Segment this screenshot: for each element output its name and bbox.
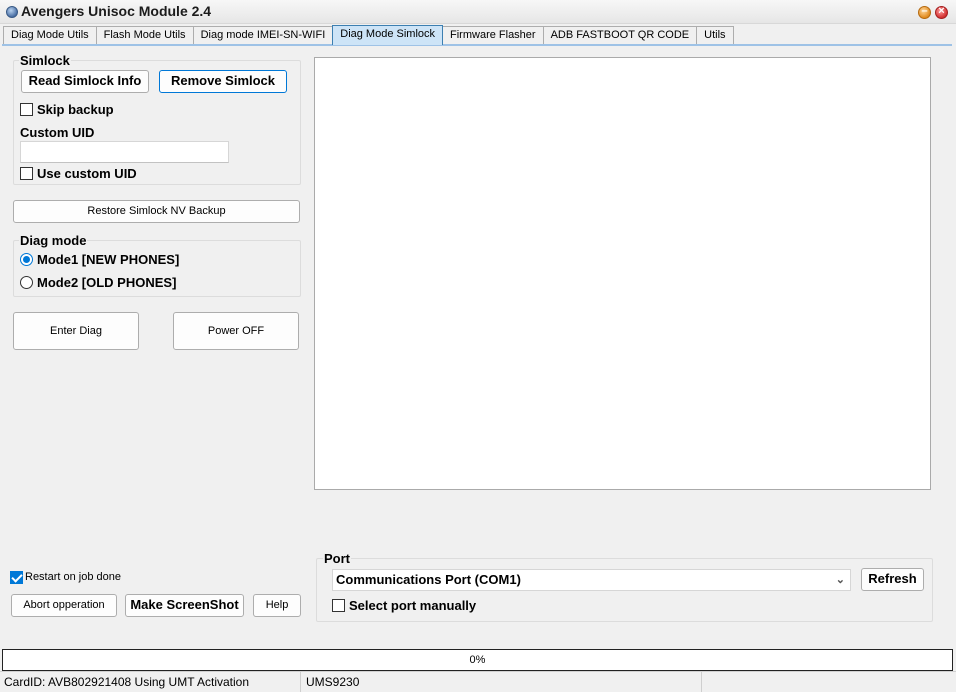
use-custom-uid-checkbox[interactable] bbox=[20, 167, 33, 180]
tab-diag-mode-simlock[interactable]: Diag Mode Simlock bbox=[332, 25, 444, 45]
close-icon: × bbox=[938, 5, 945, 17]
tab-strip: Diag Mode Utils Flash Mode Utils Diag mo… bbox=[3, 25, 734, 45]
restart-on-done-checkbox[interactable] bbox=[10, 571, 23, 584]
tab-adb-fastboot[interactable]: ADB FASTBOOT QR CODE bbox=[542, 26, 698, 45]
status-extra bbox=[702, 672, 956, 692]
select-port-manually-checkbox[interactable] bbox=[332, 599, 345, 612]
skip-backup-checkbox[interactable] bbox=[20, 103, 33, 116]
make-screenshot-button[interactable]: Make ScreenShot bbox=[125, 594, 244, 617]
skip-backup-label: Skip backup bbox=[37, 102, 114, 117]
tab-firmware-flasher[interactable]: Firmware Flasher bbox=[442, 26, 544, 45]
title-bar: Avengers Unisoc Module 2.4 – × bbox=[0, 0, 956, 24]
power-off-button[interactable]: Power OFF bbox=[173, 312, 299, 350]
tab-diag-mode-utils[interactable]: Diag Mode Utils bbox=[3, 26, 97, 45]
restore-simlock-backup-button[interactable]: Restore Simlock NV Backup bbox=[13, 200, 300, 223]
minimize-icon: – bbox=[921, 5, 928, 17]
port-select-value: Communications Port (COM1) bbox=[336, 572, 521, 587]
tab-flash-mode-utils[interactable]: Flash Mode Utils bbox=[95, 26, 194, 45]
minimize-button[interactable]: – bbox=[918, 5, 931, 19]
tab-underline bbox=[2, 44, 952, 46]
close-button[interactable]: × bbox=[935, 5, 948, 19]
use-custom-uid-label: Use custom UID bbox=[37, 166, 137, 181]
simlock-group-title: Simlock bbox=[19, 53, 71, 68]
progress-bar: 0% bbox=[2, 649, 953, 671]
log-output[interactable] bbox=[314, 57, 931, 490]
remove-simlock-button[interactable]: Remove Simlock bbox=[159, 70, 287, 93]
custom-uid-label: Custom UID bbox=[20, 125, 95, 140]
tab-utils[interactable]: Utils bbox=[696, 26, 734, 45]
custom-uid-input[interactable] bbox=[20, 141, 229, 163]
status-chip: UMS9230 bbox=[302, 672, 702, 692]
status-card-id: CardID: AVB802921408 Using UMT Activatio… bbox=[0, 672, 301, 692]
port-group-title: Port bbox=[323, 551, 351, 566]
diag-mode-group-title: Diag mode bbox=[19, 233, 88, 248]
port-select[interactable]: Communications Port (COM1) ⌄ bbox=[332, 569, 851, 591]
app-icon bbox=[6, 6, 18, 18]
mode2-label: Mode2 [OLD PHONES] bbox=[37, 275, 177, 290]
mode2-radio[interactable] bbox=[20, 276, 33, 289]
help-button[interactable]: Help bbox=[253, 594, 301, 617]
enter-diag-button[interactable]: Enter Diag bbox=[13, 312, 139, 350]
chevron-down-icon: ⌄ bbox=[835, 574, 845, 586]
select-port-manually-label: Select port manually bbox=[349, 598, 477, 613]
status-bar: CardID: AVB802921408 Using UMT Activatio… bbox=[0, 671, 956, 692]
refresh-button[interactable]: Refresh bbox=[861, 568, 924, 591]
restart-on-done-label: Restart on job done bbox=[25, 571, 122, 583]
mode1-label: Mode1 [NEW PHONES] bbox=[37, 252, 180, 267]
tab-diag-mode-imei[interactable]: Diag mode IMEI-SN-WIFI bbox=[192, 26, 334, 45]
abort-operation-button[interactable]: Abort opperation bbox=[11, 594, 117, 617]
read-simlock-button[interactable]: Read Simlock Info bbox=[21, 70, 149, 93]
window-title: Avengers Unisoc Module 2.4 bbox=[21, 3, 212, 19]
mode1-radio[interactable] bbox=[20, 253, 33, 266]
